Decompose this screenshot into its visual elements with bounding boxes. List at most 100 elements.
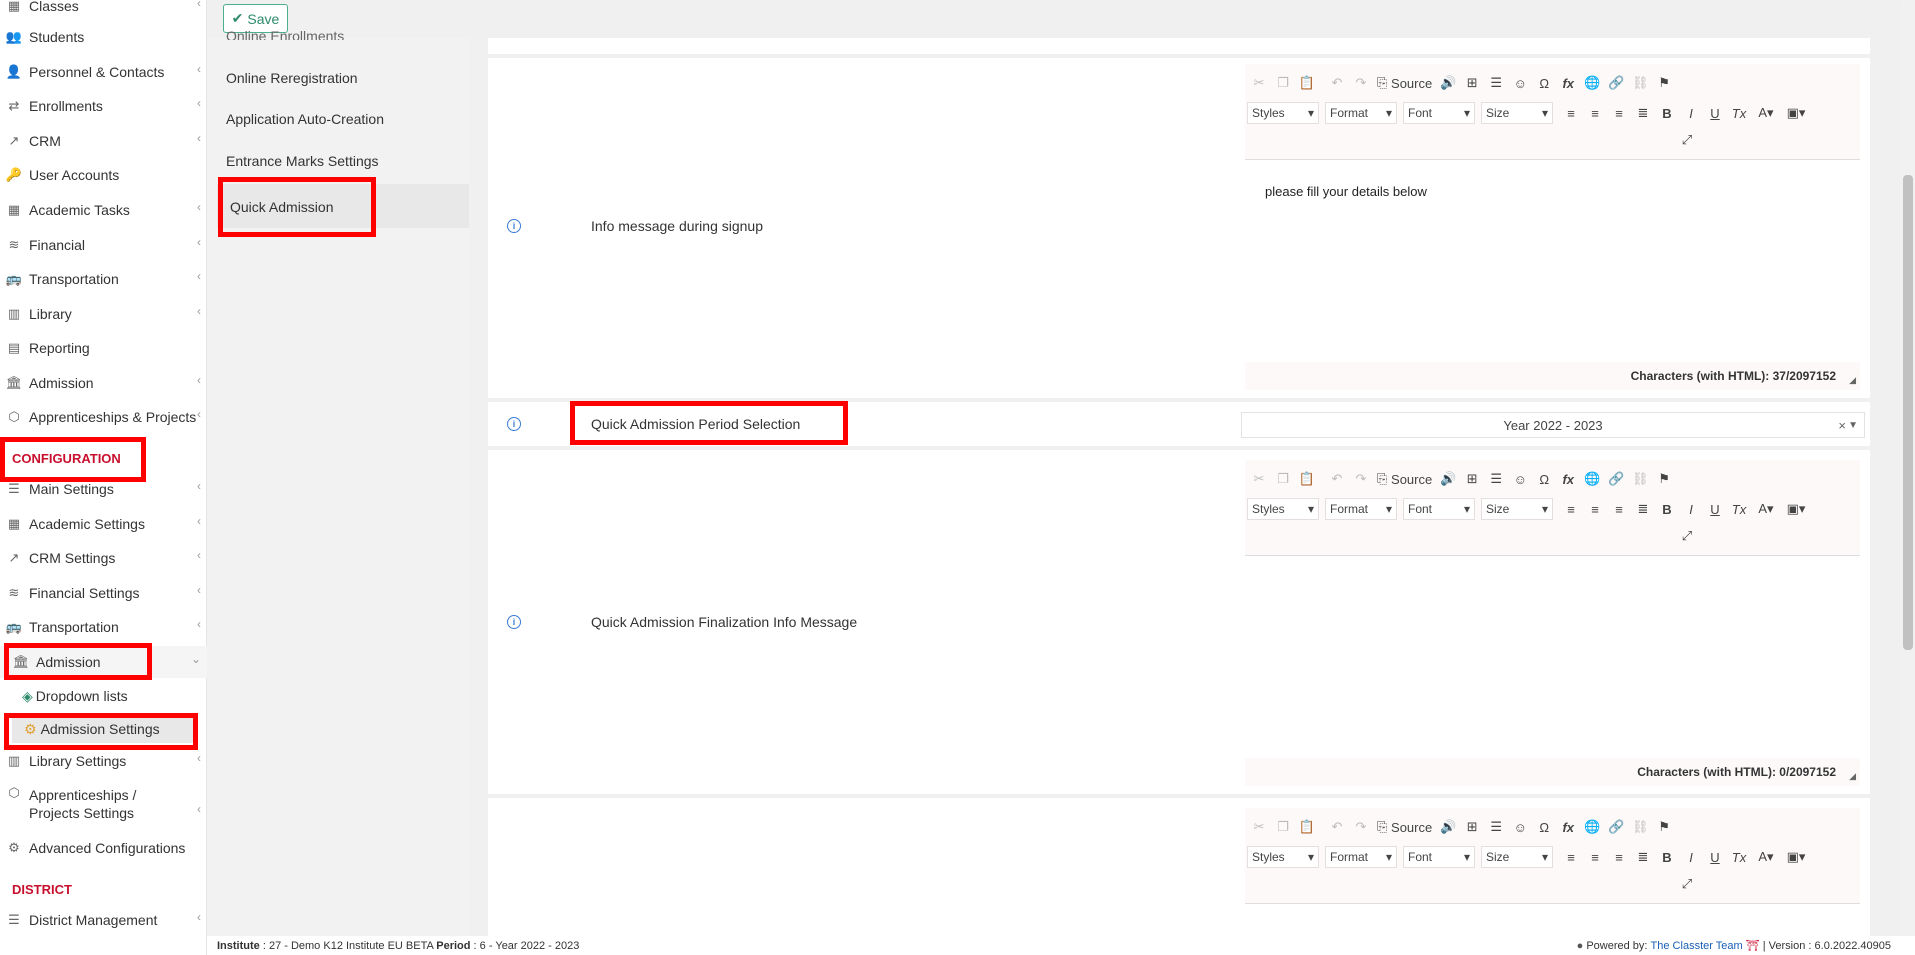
rich-text-editor[interactable]: ✂ ❐ 📋 ↶ ↷ ⎘ Source 🔊 ⊞ ☰ ☺ Ω fx 🌐 🔗 ⛓ ⚑ … xyxy=(1245,64,1860,390)
sidebar-item-admission-settings-group[interactable]: 🏛 Admission ⌄ xyxy=(0,646,207,678)
sidebar-item-advanced-configurations[interactable]: ⚙ Advanced Configurations xyxy=(0,832,207,864)
sidebar-item-crm[interactable]: ↗ CRM ‹ xyxy=(0,125,207,157)
align-center-icon[interactable]: ≡ xyxy=(1583,102,1607,124)
remove-format-icon[interactable]: Tx xyxy=(1727,846,1751,868)
classter-team-link[interactable]: The Classter Team xyxy=(1651,940,1743,952)
underline-icon[interactable]: U xyxy=(1703,846,1727,868)
sidebar-item-students[interactable]: 👥 Students xyxy=(0,21,207,53)
subnav-item-online-enrollments[interactable]: Online Enrollments xyxy=(226,28,344,40)
copy-icon[interactable]: ❐ xyxy=(1271,72,1295,94)
flag-icon[interactable]: ⚑ xyxy=(1652,468,1676,490)
horizontal-line-icon[interactable]: ☰ xyxy=(1484,468,1508,490)
sidebar-item-classes[interactable]: ▦ Classes ‹ xyxy=(0,0,207,22)
underline-icon[interactable]: U xyxy=(1703,498,1727,520)
paste-icon[interactable]: 📋 xyxy=(1295,468,1319,490)
size-dropdown[interactable]: Size ▾ xyxy=(1481,102,1553,124)
smiley-icon[interactable]: ☺ xyxy=(1508,468,1532,490)
text-color-icon[interactable]: A▾ xyxy=(1751,498,1781,520)
link-icon[interactable]: 🔗 xyxy=(1604,72,1628,94)
cut-icon[interactable]: ✂ xyxy=(1247,72,1271,94)
resize-handle-icon[interactable]: ◢ xyxy=(1849,375,1856,386)
cut-icon[interactable]: ✂ xyxy=(1247,816,1271,838)
formula-icon[interactable]: fx xyxy=(1556,468,1580,490)
source-button[interactable]: ⎘ Source xyxy=(1373,72,1436,94)
globe-icon[interactable]: 🌐 xyxy=(1580,72,1604,94)
omega-icon[interactable]: Ω xyxy=(1532,468,1556,490)
undo-icon[interactable]: ↶ xyxy=(1325,816,1349,838)
editor-content[interactable] xyxy=(1245,556,1860,604)
undo-icon[interactable]: ↶ xyxy=(1325,72,1349,94)
align-right-icon[interactable]: ≡ xyxy=(1607,846,1631,868)
font-dropdown[interactable]: Font ▾ xyxy=(1403,102,1475,124)
formula-icon[interactable]: fx xyxy=(1556,72,1580,94)
maximize-icon[interactable]: ⤢ xyxy=(1675,129,1699,151)
subnav-item-quick-admission[interactable]: Quick Admission xyxy=(230,199,333,215)
font-dropdown[interactable]: Font ▾ xyxy=(1403,498,1475,520)
sidebar-item-district-management[interactable]: ☰ District Management ‹ xyxy=(0,904,207,936)
maximize-icon[interactable]: ⤢ xyxy=(1675,873,1699,895)
undo-icon[interactable]: ↶ xyxy=(1325,468,1349,490)
sidebar-item-library-settings[interactable]: ▥ Library Settings ‹ xyxy=(0,745,207,777)
cut-icon[interactable]: ✂ xyxy=(1247,468,1271,490)
info-icon[interactable]: i xyxy=(507,219,521,233)
align-right-icon[interactable]: ≡ xyxy=(1607,102,1631,124)
format-dropdown[interactable]: Format ▾ xyxy=(1325,846,1397,868)
source-button[interactable]: ⎘ Source xyxy=(1373,468,1436,490)
sidebar-item-reporting[interactable]: ▤ Reporting xyxy=(0,332,207,364)
italic-icon[interactable]: I xyxy=(1679,846,1703,868)
align-left-icon[interactable]: ≡ xyxy=(1559,102,1583,124)
justify-icon[interactable]: ≣ xyxy=(1631,498,1655,520)
align-right-icon[interactable]: ≡ xyxy=(1607,498,1631,520)
sidebar-item-user-accounts[interactable]: 🔑 User Accounts xyxy=(0,159,207,191)
speaker-icon[interactable]: 🔊 xyxy=(1436,72,1460,94)
info-icon[interactable]: i xyxy=(507,615,521,629)
sidebar-subitem-admission-settings[interactable]: ⚙ Admission Settings xyxy=(12,715,194,743)
horizontal-line-icon[interactable]: ☰ xyxy=(1484,72,1508,94)
sidebar-item-main-settings[interactable]: ☰ Main Settings ‹ xyxy=(0,473,207,505)
unlink-icon[interactable]: ⛓ xyxy=(1628,468,1652,490)
sidebar-item-academic-tasks[interactable]: ▦ Academic Tasks ‹ xyxy=(0,194,207,226)
italic-icon[interactable]: I xyxy=(1679,102,1703,124)
globe-icon[interactable]: 🌐 xyxy=(1580,816,1604,838)
paste-icon[interactable]: 📋 xyxy=(1295,816,1319,838)
text-color-icon[interactable]: A▾ xyxy=(1751,846,1781,868)
bg-color-icon[interactable]: ▣▾ xyxy=(1781,498,1811,520)
unlink-icon[interactable]: ⛓ xyxy=(1628,72,1652,94)
info-icon[interactable]: i xyxy=(507,417,521,431)
speaker-icon[interactable]: 🔊 xyxy=(1436,816,1460,838)
sidebar-item-academic-settings[interactable]: ▦ Academic Settings ‹ xyxy=(0,508,207,540)
omega-icon[interactable]: Ω xyxy=(1532,816,1556,838)
sidebar-item-financial-settings[interactable]: ≋ Financial Settings ‹ xyxy=(0,577,207,609)
format-dropdown[interactable]: Format ▾ xyxy=(1325,102,1397,124)
source-button[interactable]: ⎘ Source xyxy=(1373,816,1436,838)
format-dropdown[interactable]: Format ▾ xyxy=(1325,498,1397,520)
editor-content[interactable]: please fill your details below xyxy=(1245,160,1860,223)
unlink-icon[interactable]: ⛓ xyxy=(1628,816,1652,838)
smiley-icon[interactable]: ☺ xyxy=(1508,816,1532,838)
size-dropdown[interactable]: Size ▾ xyxy=(1481,846,1553,868)
subnav-item-application-auto-creation[interactable]: Application Auto-Creation xyxy=(226,111,384,127)
subnav-item-entrance-marks-settings[interactable]: Entrance Marks Settings xyxy=(226,153,379,169)
rich-text-editor[interactable]: ✂ ❐ 📋 ↶ ↷ ⎘ Source 🔊 ⊞ ☰ ☺ Ω fx 🌐 🔗 ⛓ ⚑ … xyxy=(1245,460,1860,786)
horizontal-line-icon[interactable]: ☰ xyxy=(1484,816,1508,838)
sidebar-subitem-dropdown-lists[interactable]: ◈ Dropdown lists xyxy=(22,682,128,710)
styles-dropdown[interactable]: Styles ▾ xyxy=(1247,102,1319,124)
table-icon[interactable]: ⊞ xyxy=(1460,72,1484,94)
copy-icon[interactable]: ❐ xyxy=(1271,816,1295,838)
bg-color-icon[interactable]: ▣▾ xyxy=(1781,846,1811,868)
sidebar-item-transportation[interactable]: 🚌 Transportation ‹ xyxy=(0,263,207,295)
rich-text-editor[interactable]: ✂ ❐ 📋 ↶ ↷ ⎘ Source 🔊 ⊞ ☰ ☺ Ω fx 🌐 🔗 ⛓ ⚑ … xyxy=(1245,808,1860,936)
justify-icon[interactable]: ≣ xyxy=(1631,846,1655,868)
subnav-item-online-reregistration[interactable]: Online Reregistration xyxy=(226,70,358,86)
sidebar-item-admission[interactable]: 🏛 Admission ‹ xyxy=(0,367,207,399)
redo-icon[interactable]: ↷ xyxy=(1349,816,1373,838)
justify-icon[interactable]: ≣ xyxy=(1631,102,1655,124)
smiley-icon[interactable]: ☺ xyxy=(1508,72,1532,94)
speaker-icon[interactable]: 🔊 xyxy=(1436,468,1460,490)
sidebar-item-crm-settings[interactable]: ↗ CRM Settings ‹ xyxy=(0,542,207,574)
remove-format-icon[interactable]: Tx xyxy=(1727,102,1751,124)
styles-dropdown[interactable]: Styles ▾ xyxy=(1247,498,1319,520)
size-dropdown[interactable]: Size ▾ xyxy=(1481,498,1553,520)
styles-dropdown[interactable]: Styles ▾ xyxy=(1247,846,1319,868)
formula-icon[interactable]: fx xyxy=(1556,816,1580,838)
